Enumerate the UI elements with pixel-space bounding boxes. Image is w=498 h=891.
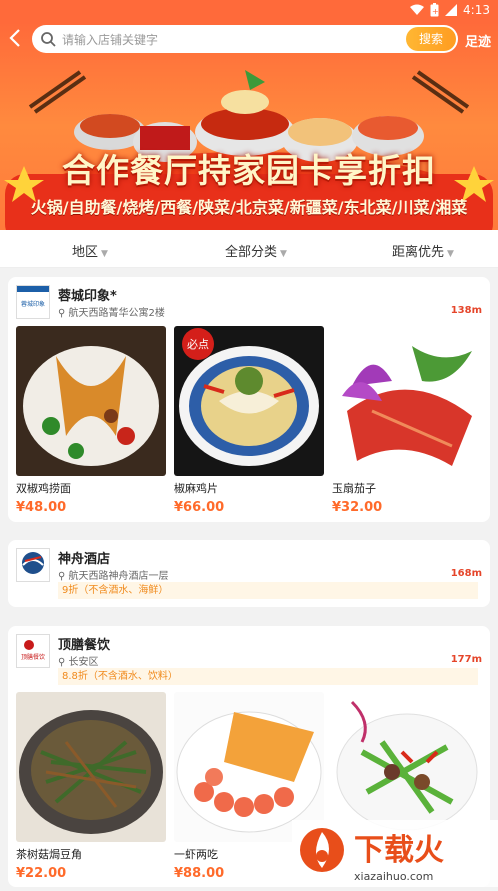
back-arrow-icon[interactable] [8,28,28,50]
must-order-badge: 必点 [187,338,209,351]
filter-category[interactable]: 全部分类 ▼ [225,241,287,260]
dish-photo [332,326,482,476]
svg-text:xiazaihuo.com: xiazaihuo.com [354,870,433,883]
svg-text:蓉城印象: 蓉城印象 [21,300,45,308]
wifi-icon [410,4,425,15]
dish-item[interactable]: 玉扇茄子 ¥32.00 [332,326,482,515]
dish-name: 茶树菇焗豆角 [16,848,82,861]
filter-sort-distance[interactable]: 距离优先 ▼ [392,241,454,260]
restaurant-name: 顶膳餐饮 [58,638,111,653]
svg-text:下载火: 下载火 [354,833,444,868]
restaurant-address: ⚲ 长安区 [58,657,99,668]
dish-price: ¥66.00 [174,500,225,515]
restaurant-address: ⚲ 航天西路神舟酒店一层 [58,571,169,582]
battery-icon: + [430,3,439,17]
restaurant-logo: 蓉城印象 [16,285,50,319]
location-pin-icon: ⚲ [58,657,66,668]
svg-text:+: + [432,7,439,16]
dish-price: ¥48.00 [16,500,67,515]
dish-photo [16,692,166,842]
restaurant-distance: 177m [450,654,482,665]
restaurant-card[interactable]: 神舟酒店 ⚲ 航天西路神舟酒店一层 168m 9折（不含酒水、海鲜） [8,540,490,607]
search-button[interactable]: 搜索 [406,27,456,51]
dish-name: 椒麻鸡片 [174,482,218,495]
status-bar: + 4:13 [0,0,498,22]
restaurant-logo: 顶膳餐饮 [16,634,50,668]
discount-tag: 9折（不含酒水、海鲜） [58,582,478,599]
dish-photo: 必点 [174,326,324,476]
chevron-down-icon: ▼ [101,249,108,259]
banner-title: 合作餐厅持家园卡享折扣 [62,151,436,190]
restaurant-distance: 168m [450,568,482,579]
search-bar[interactable]: 请输入店铺关键字 搜索 [32,25,458,53]
watermark-logo: 下载火 xiazaihuo.com [292,820,498,887]
restaurant-distance: 138m [450,305,482,316]
banner-subtitle: 火锅/自助餐/烧烤/西餐/陕菜/北京菜/新疆菜/东北菜/川菜/湘菜 [30,198,468,217]
chevron-down-icon: ▼ [447,249,454,259]
location-pin-icon: ⚲ [58,308,66,319]
dish-name: 玉扇茄子 [332,482,376,495]
restaurant-name: 神舟酒店 [58,552,111,567]
location-pin-icon: ⚲ [58,571,66,582]
filter-bar: 地区 ▼ 全部分类 ▼ 距离优先 ▼ [0,230,498,268]
dish-price: ¥22.00 [16,866,67,881]
search-icon [41,32,56,47]
svg-text:顶膳餐饮: 顶膳餐饮 [21,653,45,661]
dish-photo [16,326,166,476]
signal-icon [445,4,458,16]
search-input[interactable]: 请输入店铺关键字 [62,31,158,48]
dish-item[interactable]: 茶树菇焗豆角 ¥22.00 [16,692,166,881]
dish-price: ¥32.00 [332,500,383,515]
restaurant-logo [16,548,50,582]
dish-item[interactable]: 双椒鸡捞面 ¥48.00 [16,326,166,515]
clock: 4:13 [463,3,490,17]
discount-tag: 8.8折（不含酒水、饮料） [58,668,478,685]
filter-region[interactable]: 地区 ▼ [72,241,108,260]
restaurant-name: 蓉城印象* [58,289,117,304]
chevron-down-icon: ▼ [280,249,287,259]
header-banner: 请输入店铺关键字 搜索 足迹 合作餐厅持家园卡享折扣 火锅/自助餐/烧烤/西餐/… [0,22,498,230]
restaurant-card[interactable]: 蓉城印象 蓉城印象* ⚲ 航天西路菁华公寓2楼 138m 双椒鸡捞面 ¥48.0… [8,277,490,522]
dish-item[interactable]: 必点 椒麻鸡片 ¥66.00 [174,326,324,515]
restaurant-address: ⚲ 航天西路菁华公寓2楼 [58,308,165,319]
dish-name: 双椒鸡捞面 [16,482,71,495]
footprint-button[interactable]: 足迹 [465,31,491,50]
